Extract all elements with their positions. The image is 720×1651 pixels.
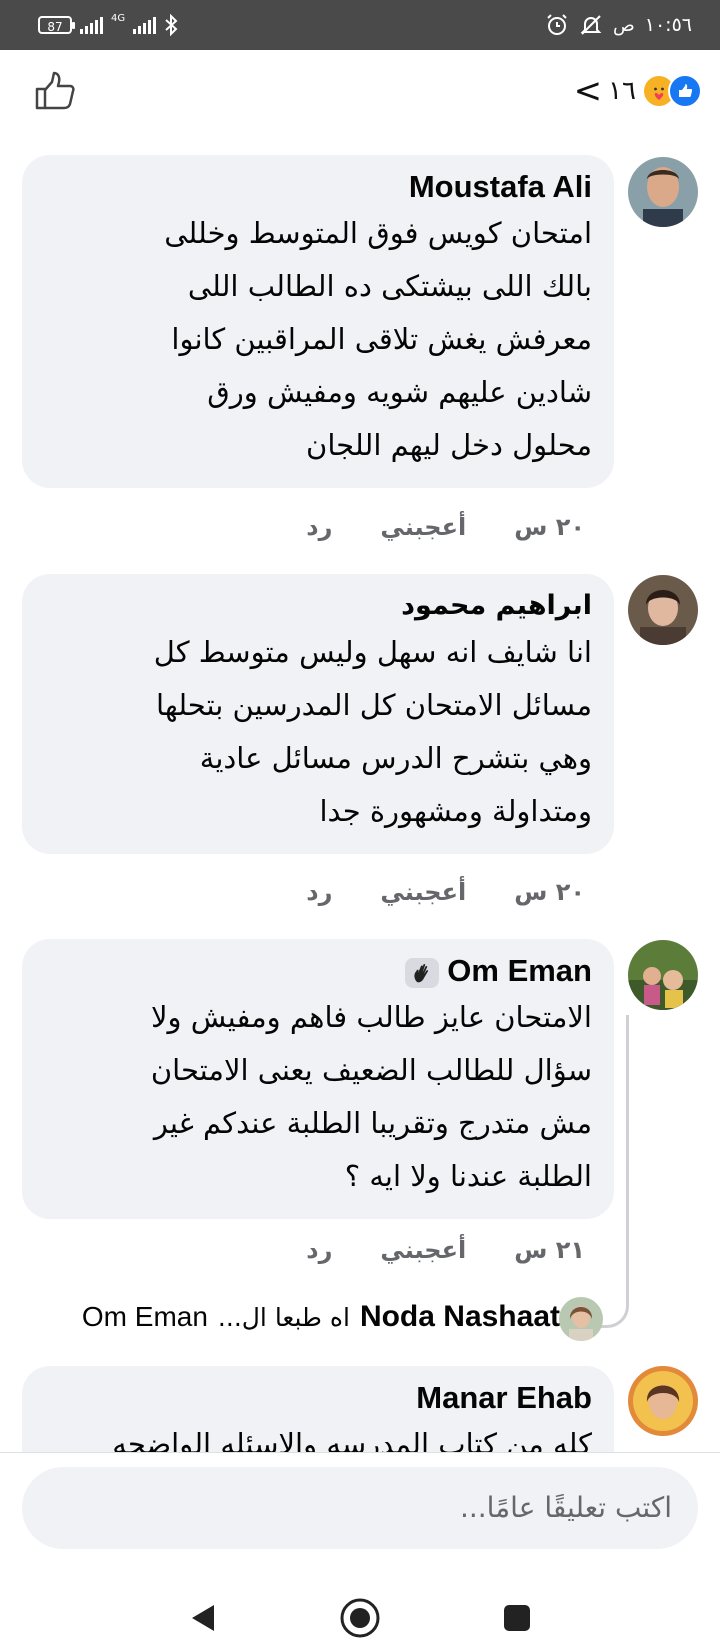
commenter-name[interactable]: ابراهيم محمود bbox=[44, 586, 592, 626]
comment-time: ٢١ س bbox=[514, 1236, 585, 1264]
reply-mention: Om Eman bbox=[81, 1301, 208, 1332]
ampm: ص bbox=[613, 14, 635, 36]
commenter-name[interactable]: Manar Ehab bbox=[44, 1378, 592, 1418]
avatar[interactable] bbox=[628, 1366, 698, 1436]
comment-line: انا شايف انه سهل وليس متوسط كل bbox=[153, 635, 592, 669]
comment-line: بالك اللى بيشتكى ده الطالب اللى bbox=[187, 269, 592, 303]
signal-icon-2 bbox=[133, 16, 157, 34]
like-reaction-icon bbox=[668, 74, 702, 108]
comment-line: سؤال للطالب الضعيف يعنى الامتحان bbox=[150, 1053, 592, 1087]
commenter-name[interactable]: Moustafa Ali bbox=[44, 167, 592, 207]
comment-line: شادين عليهم شويه ومفيش ورق bbox=[207, 375, 592, 409]
comment-bubble[interactable]: Om Eman الامتحان عايز طالب فاهم ومفيش ول… bbox=[22, 939, 614, 1219]
reply-avatar[interactable] bbox=[559, 1297, 603, 1341]
reply-preview[interactable]: Noda Nashaat اه طبعا ال... Om Eman bbox=[82, 1300, 560, 1334]
clock: ١٠:٥٦ bbox=[644, 14, 692, 36]
comment-line: مش متدرج وتقريبا الطلبة عندكم غير bbox=[153, 1106, 592, 1140]
waving-hand-badge-icon[interactable] bbox=[405, 957, 440, 988]
reactions-summary[interactable]: < ١٦ bbox=[574, 74, 702, 108]
network-type: 4G bbox=[111, 13, 126, 24]
comments-header: < ١٦ bbox=[0, 50, 720, 140]
commenter-name-text[interactable]: Om Eman bbox=[447, 953, 592, 988]
comment-line: امتحان كويس فوق المتوسط وخللى bbox=[164, 216, 592, 250]
bluetooth-icon bbox=[165, 14, 178, 36]
comment-time: ٢٠ س bbox=[514, 878, 585, 906]
comment-line: ومتداولة ومشهورة جدا bbox=[319, 794, 592, 828]
status-bar: 87 4G ص ١٠:٥٦ bbox=[0, 0, 720, 50]
back-triangle-icon[interactable] bbox=[178, 1593, 228, 1643]
comment-line: الطلبة عندنا ولا ايه ؟ bbox=[344, 1159, 592, 1193]
comment-time: ٢٠ س bbox=[514, 513, 585, 541]
comment-input[interactable]: اكتب تعليقًا عامًا... bbox=[22, 1467, 698, 1549]
comment-line: محلول دخل ليهم اللجان bbox=[306, 428, 592, 462]
like-link[interactable]: أعجبني bbox=[380, 1236, 466, 1264]
battery-icon: 87 bbox=[38, 16, 75, 34]
signal-icon bbox=[80, 16, 103, 34]
comment-line: وهي بتشرح الدرس مسائل عادية bbox=[199, 741, 592, 775]
reaction-count: ١٦ bbox=[608, 76, 636, 106]
thumbs-up-outline-icon[interactable] bbox=[34, 70, 76, 112]
like-link[interactable]: أعجبني bbox=[380, 878, 466, 906]
thread-connector bbox=[594, 1015, 629, 1328]
comment-bubble[interactable]: Moustafa Ali امتحان كويس فوق المتوسط وخل… bbox=[22, 155, 614, 488]
comment-meta: ٢٠ س أعجبني رد bbox=[306, 513, 585, 541]
like-link[interactable]: أعجبني bbox=[380, 513, 466, 541]
comment-meta: ٢١ س أعجبني رد bbox=[306, 1236, 585, 1264]
comment-bubble[interactable]: ابراهيم محمود انا شايف انه سهل وليس متوس… bbox=[22, 574, 614, 854]
alarm-icon bbox=[547, 14, 567, 35]
home-circle-icon[interactable] bbox=[335, 1593, 385, 1643]
reply-snippet: اه طبعا ال... bbox=[217, 1302, 350, 1332]
android-nav-bar bbox=[0, 1593, 720, 1643]
comment-meta: ٢٠ س أعجبني رد bbox=[306, 878, 585, 906]
commenter-name[interactable]: Om Eman bbox=[44, 951, 592, 991]
comment-line: الامتحان عايز طالب فاهم ومفيش ولا bbox=[150, 1000, 592, 1034]
mute-bell-icon bbox=[580, 15, 602, 35]
comment-line: مسائل الامتحان كل المدرسين بتحلها bbox=[155, 688, 592, 722]
reply-link[interactable]: رد bbox=[306, 1236, 332, 1264]
reply-link[interactable]: رد bbox=[306, 513, 332, 541]
composer-area: اكتب تعليقًا عامًا... bbox=[0, 1452, 720, 1651]
reply-author[interactable]: Noda Nashaat bbox=[360, 1300, 560, 1334]
comment-line: معرفش يغش تلاقى المراقبين كانوا bbox=[171, 322, 592, 356]
avatar[interactable] bbox=[628, 940, 698, 1010]
reply-link[interactable]: رد bbox=[306, 878, 332, 906]
battery-level: 87 bbox=[47, 20, 63, 34]
avatar[interactable] bbox=[628, 157, 698, 227]
chevron-left-icon[interactable]: < bbox=[574, 74, 603, 108]
recent-square-icon[interactable] bbox=[492, 1593, 542, 1643]
avatar[interactable] bbox=[628, 575, 698, 645]
